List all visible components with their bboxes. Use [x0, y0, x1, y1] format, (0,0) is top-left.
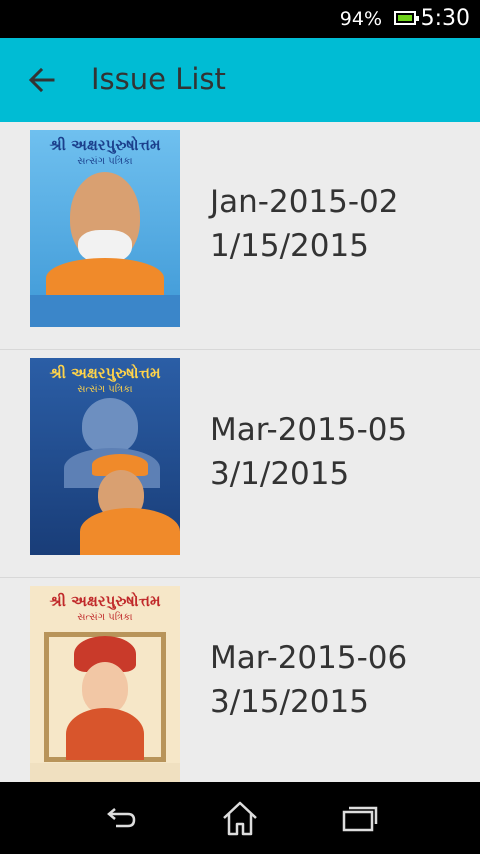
- issue-row-mar-2015-05[interactable]: શ્રી અક્ષરપુરુષોત્તમ સત્સંગ પત્રિકા Mar-…: [0, 350, 480, 578]
- cover-magazine-title: શ્રી અક્ષરપુરુષોત્તમ: [49, 592, 161, 610]
- cover-magazine-subtitle: સત્સંગ પત્રિકા: [77, 612, 133, 623]
- nav-back-button[interactable]: [98, 796, 142, 840]
- issue-name: Mar-2015-06: [210, 640, 408, 676]
- cover-magazine-subtitle: સત્સંગ પત્રિકા: [77, 156, 133, 167]
- nav-recents-button[interactable]: [338, 796, 382, 840]
- issue-date: 3/15/2015: [210, 684, 369, 720]
- cover-magazine-subtitle: સત્સંગ પત્રિકા: [77, 384, 133, 395]
- back-icon: [107, 808, 136, 828]
- page-title: Issue List: [91, 62, 226, 96]
- status-bar: 94% 5:30: [0, 0, 480, 38]
- back-button[interactable]: [20, 58, 64, 102]
- navigation-bar: [0, 782, 480, 854]
- issue-cover-image: શ્રી અક્ષરપુરુષોત્તમ સત્સંગ પત્રિકા: [30, 586, 180, 782]
- nav-home-button[interactable]: [218, 796, 262, 840]
- clock: 5:30: [420, 6, 470, 31]
- issue-list: શ્રી અક્ષરપુરુષોત્તમ સત્સંગ પત્રિકા Jan-…: [0, 122, 480, 782]
- arrow-back-icon: [28, 67, 55, 93]
- issue-name: Mar-2015-05: [210, 412, 408, 448]
- recents-icon: [342, 806, 378, 832]
- issue-date: 3/1/2015: [210, 456, 350, 492]
- cover-magazine-title: શ્રી અક્ષરપુરુષોત્તમ: [49, 136, 161, 154]
- home-icon: [223, 801, 257, 836]
- issue-name: Jan-2015-02: [210, 184, 399, 220]
- issue-row-jan-2015-02[interactable]: શ્રી અક્ષરપુરુષોત્તમ સત્સંગ પત્રિકા Jan-…: [0, 122, 480, 350]
- battery-percentage: 94%: [339, 8, 382, 30]
- issue-cover-image: શ્રી અક્ષરપુરુષોત્તમ સત્સંગ પત્રિકા: [30, 130, 180, 327]
- battery-icon: [394, 11, 419, 25]
- cover-magazine-title: શ્રી અક્ષરપુરુષોત્તમ: [49, 364, 161, 382]
- issue-row-mar-2015-06[interactable]: શ્રી અક્ષરપુરુષોત્તમ સત્સંગ પત્રિકા Mar-…: [0, 578, 480, 782]
- app-bar: Issue List: [0, 38, 480, 122]
- issue-cover-image: શ્રી અક્ષરપુરુષોત્તમ સત્સંગ પત્રિકા: [30, 358, 180, 555]
- issue-date: 1/15/2015: [210, 228, 369, 264]
